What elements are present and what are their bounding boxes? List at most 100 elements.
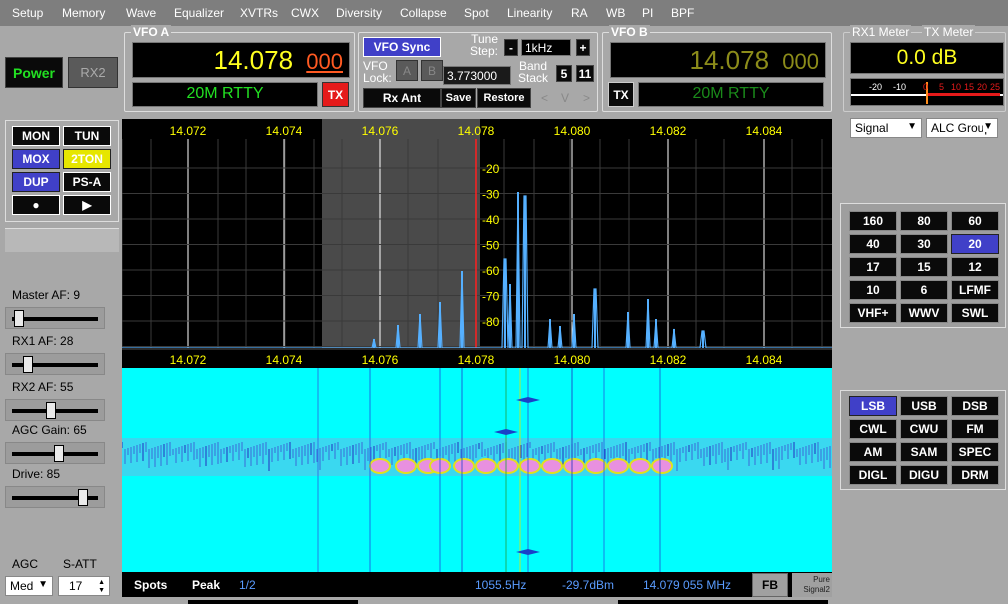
- vfo-b-tx-button[interactable]: TX: [608, 82, 634, 107]
- menu-pi[interactable]: PI: [642, 6, 653, 20]
- mode-button-am[interactable]: AM: [849, 442, 897, 462]
- slider-thumb[interactable]: [22, 356, 33, 373]
- menu-wave[interactable]: Wave: [126, 6, 156, 20]
- mode-button-sam[interactable]: SAM: [900, 442, 948, 462]
- slider-rx2-af[interactable]: [5, 399, 105, 421]
- wf-freq-tick-label: 14.074: [266, 353, 303, 367]
- tune-step-plus[interactable]: +: [576, 39, 590, 56]
- mode-button-usb[interactable]: USB: [900, 396, 948, 416]
- band-button-wwv[interactable]: WWV: [900, 303, 948, 323]
- mode-button-digu[interactable]: DIGU: [900, 465, 948, 485]
- menu-linearity[interactable]: Linearity: [507, 6, 552, 20]
- lock-b-button[interactable]: B: [421, 60, 443, 81]
- mode-button-cwu[interactable]: CWU: [900, 419, 948, 439]
- tx-meter-select[interactable]: ALC Group ▼: [926, 118, 998, 138]
- mode-button-cwl[interactable]: CWL: [849, 419, 897, 439]
- menu-equalizer[interactable]: Equalizer: [174, 6, 224, 20]
- peak-button[interactable]: Peak: [192, 578, 220, 592]
- slider-rx1-af[interactable]: [5, 353, 105, 375]
- band-button-vhf[interactable]: VHF+: [849, 303, 897, 323]
- freq-tick-label: 14.082: [650, 124, 687, 138]
- menu-diversity[interactable]: Diversity: [336, 6, 382, 20]
- spots-button[interactable]: Spots: [134, 578, 167, 592]
- rx-ant-button[interactable]: Rx Ant: [363, 88, 441, 108]
- satt-stepper[interactable]: 17 ▲ ▼: [58, 576, 110, 596]
- band-button-swl[interactable]: SWL: [951, 303, 999, 323]
- save-button[interactable]: Save: [441, 88, 476, 108]
- rx-meter-select[interactable]: Signal ▼: [850, 118, 922, 138]
- status-bar: Spots Peak 1/2 1055.5Hz -29.7dBm 14.079 …: [122, 572, 832, 597]
- slider-master-af[interactable]: [5, 307, 105, 329]
- band-button-160[interactable]: 160: [849, 211, 897, 231]
- tune-step-minus[interactable]: -: [504, 39, 518, 56]
- func-button-tun[interactable]: TUN: [63, 126, 111, 146]
- power-button[interactable]: Power: [5, 57, 63, 88]
- band-button-30[interactable]: 30: [900, 234, 948, 254]
- mode-button-spec[interactable]: SPEC: [951, 442, 999, 462]
- func-button-mon[interactable]: MON: [12, 126, 60, 146]
- band-button-60[interactable]: 60: [951, 211, 999, 231]
- band-button-40[interactable]: 40: [849, 234, 897, 254]
- cursor-level: -29.7dBm: [562, 578, 615, 592]
- band-stack-a[interactable]: 5: [556, 65, 572, 82]
- db-tick-label: -60: [482, 264, 500, 278]
- waterfall-signal: [651, 458, 673, 474]
- slider-agc-gain[interactable]: [5, 442, 105, 464]
- mode-button-drm[interactable]: DRM: [951, 465, 999, 485]
- menu-spot[interactable]: Spot: [464, 6, 489, 20]
- vfo-a-frequency[interactable]: 14.078 000: [132, 42, 350, 78]
- mode-button-dsb[interactable]: DSB: [951, 396, 999, 416]
- band-button-15[interactable]: 15: [900, 257, 948, 277]
- func-button-mox[interactable]: MOX: [12, 149, 60, 169]
- band-stack-b[interactable]: 11: [576, 65, 594, 82]
- menu-bpf[interactable]: BPF: [671, 6, 694, 20]
- lock-a-button[interactable]: A: [396, 60, 418, 81]
- band-button-10[interactable]: 10: [849, 280, 897, 300]
- band-button-80[interactable]: 80: [900, 211, 948, 231]
- menu-memory[interactable]: Memory: [62, 6, 105, 20]
- lock-frequency-value[interactable]: 3.773000: [443, 66, 511, 85]
- band-button-20[interactable]: 20: [951, 234, 999, 254]
- func-button-dup[interactable]: DUP: [12, 172, 60, 192]
- mode-button-digl[interactable]: DIGL: [849, 465, 897, 485]
- fb-button[interactable]: FB: [752, 573, 788, 597]
- agc-select[interactable]: Med ▼: [5, 576, 53, 596]
- vfo-a-tx-button[interactable]: TX: [322, 82, 349, 107]
- spectrum-display[interactable]: 14.072 14.074 14.076 14.078 14.080 14.082 14.0…: [121, 119, 832, 350]
- mode-button-fm[interactable]: FM: [951, 419, 999, 439]
- band-button-17[interactable]: 17: [849, 257, 897, 277]
- slider-thumb[interactable]: [54, 445, 64, 462]
- slider-thumb[interactable]: [46, 402, 56, 419]
- vfo-b-frequency[interactable]: 14.078 000: [610, 42, 826, 78]
- slider-thumb[interactable]: [78, 489, 88, 506]
- slider-thumb[interactable]: [14, 310, 24, 327]
- nav-down-icon[interactable]: V: [561, 91, 569, 105]
- waterfall-display[interactable]: 14.072 14.074 14.076 14.078 14.080 14.082 14.0…: [121, 350, 832, 572]
- vfo-sync-button[interactable]: VFO Sync: [363, 37, 441, 57]
- play-icon[interactable]: ▶: [63, 195, 111, 215]
- func-button-psa[interactable]: PS-A: [63, 172, 111, 192]
- tune-step-value[interactable]: 1kHz: [521, 39, 571, 56]
- band-button-12[interactable]: 12: [951, 257, 999, 277]
- func-button-2ton[interactable]: 2TON: [63, 149, 111, 169]
- waterfall-signal: [519, 458, 541, 474]
- waterfall-signal: [629, 458, 651, 474]
- menu-cwx[interactable]: CWX: [291, 6, 319, 20]
- menu-setup[interactable]: Setup: [12, 6, 43, 20]
- slider-drive[interactable]: [5, 486, 105, 508]
- rx2-button[interactable]: RX2: [68, 57, 118, 88]
- menu-wb[interactable]: WB: [606, 6, 625, 20]
- record-icon[interactable]: ●: [12, 195, 60, 215]
- menu-ra[interactable]: RA: [571, 6, 588, 20]
- nav-forward-icon[interactable]: >: [583, 91, 590, 105]
- stepper-arrows-icon[interactable]: ▲ ▼: [98, 579, 105, 595]
- menu-collapse[interactable]: Collapse: [400, 6, 447, 20]
- restore-button[interactable]: Restore: [477, 88, 531, 108]
- menu-xvtrs[interactable]: XVTRs: [240, 6, 278, 20]
- band-button-lfmf[interactable]: LFMF: [951, 280, 999, 300]
- band-button-6[interactable]: 6: [900, 280, 948, 300]
- chevron-down-icon: ▼: [983, 121, 993, 132]
- nav-back-icon[interactable]: <: [541, 91, 548, 105]
- vfo-b-mode-band: 20M RTTY: [638, 82, 824, 107]
- mode-button-lsb[interactable]: LSB: [849, 396, 897, 416]
